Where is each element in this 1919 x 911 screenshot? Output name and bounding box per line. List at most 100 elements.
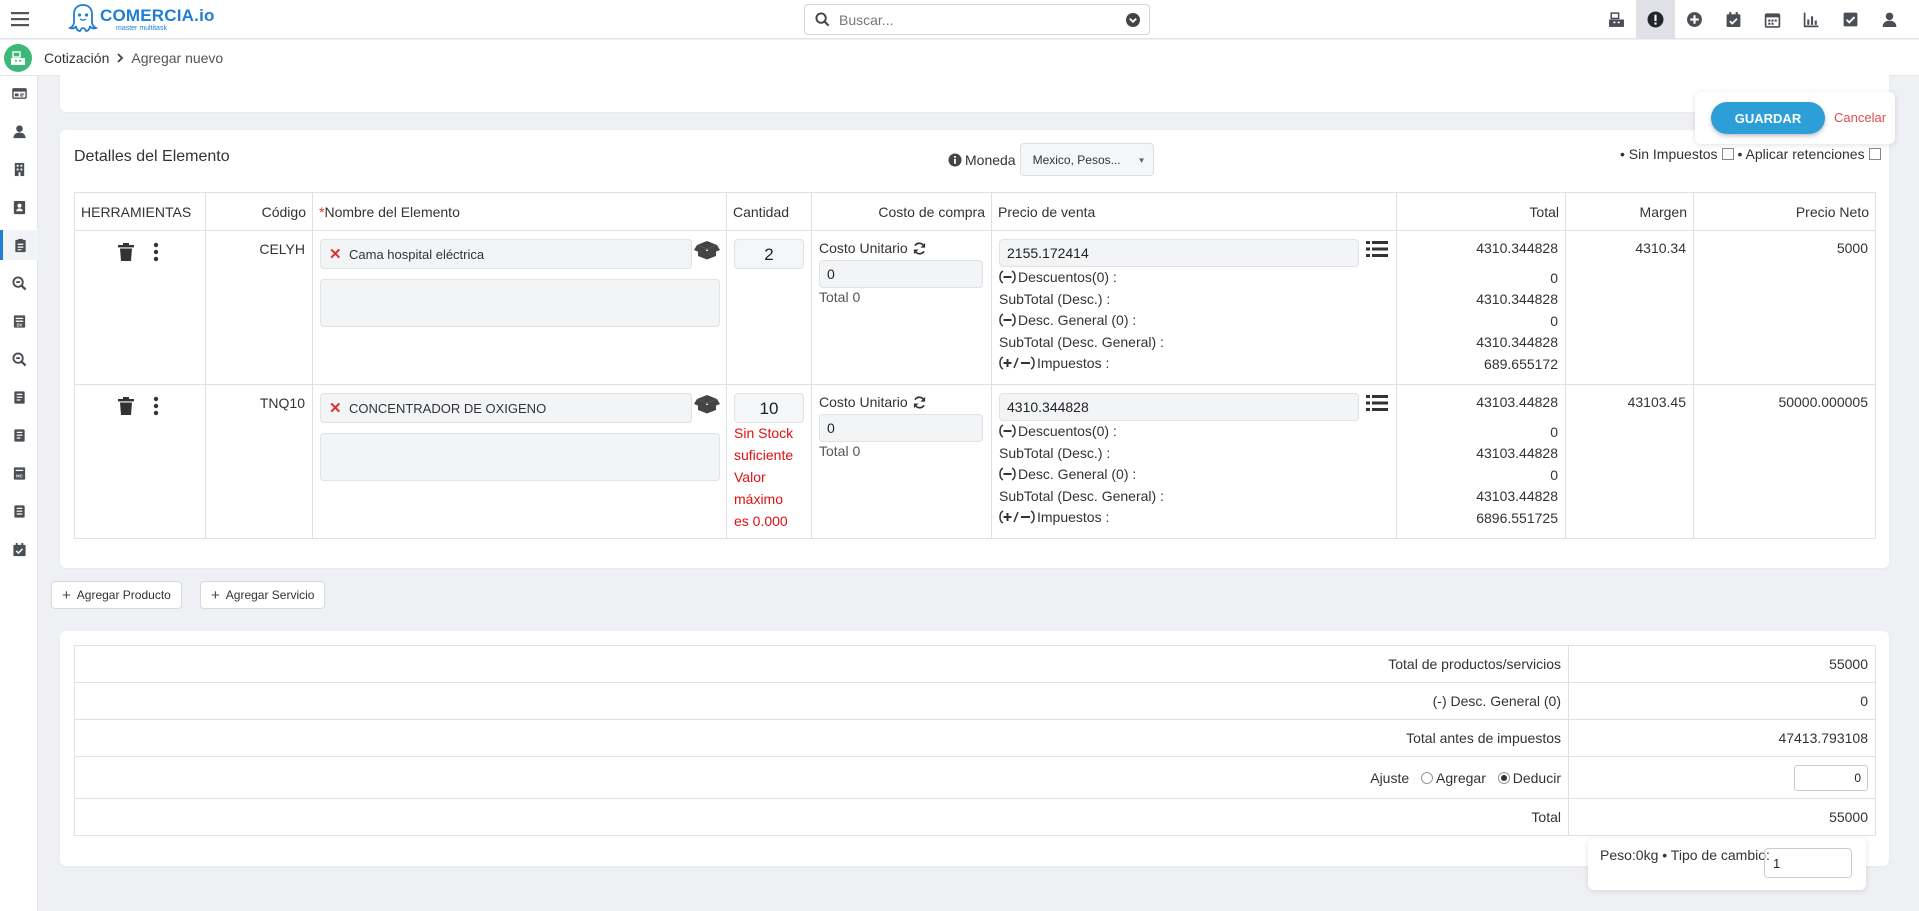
user-icon[interactable] bbox=[0, 116, 38, 146]
building-icon[interactable] bbox=[0, 154, 38, 184]
table-row: CELYH ✕ Cama hospital eléctrica 2 Costo … bbox=[74, 230, 1876, 385]
add-service-button[interactable]: + Agregar Servicio bbox=[200, 581, 326, 609]
unit-cost-label: Costo Unitario bbox=[819, 240, 908, 256]
minus-toggle-icon[interactable] bbox=[999, 270, 1016, 284]
minus-toggle-icon[interactable] bbox=[999, 313, 1016, 327]
subtotal-value: 4310.344828 bbox=[1476, 291, 1558, 308]
summary-row: Total de productos/servicios 55000 bbox=[74, 645, 1876, 683]
unit-cost-input[interactable]: 0 bbox=[819, 260, 983, 288]
check-square-icon[interactable] bbox=[1831, 0, 1870, 39]
tools-cell bbox=[74, 384, 206, 539]
warning-line: suficiente bbox=[734, 447, 794, 463]
qty-cell: 10 Sin Stock suficiente Valor máximo es … bbox=[726, 384, 812, 539]
warning-line: máximo bbox=[734, 491, 784, 507]
list-icon[interactable] bbox=[1366, 393, 1388, 413]
qty-cell: 2 bbox=[726, 230, 812, 385]
refresh-icon[interactable] bbox=[912, 241, 927, 256]
minus-toggle-icon[interactable] bbox=[999, 467, 1016, 481]
products-total-label: Total de productos/servicios bbox=[74, 645, 1569, 683]
refresh-icon[interactable] bbox=[912, 395, 927, 410]
chevron-down-icon[interactable] bbox=[1125, 12, 1141, 28]
search-doc-icon[interactable] bbox=[0, 268, 38, 298]
adjust-input[interactable]: 0 bbox=[1794, 764, 1868, 791]
plus-minus-toggle-icon[interactable] bbox=[999, 356, 1035, 370]
add-product-button[interactable]: + Agregar Producto bbox=[51, 581, 182, 609]
breadcrumb: Cotización Agregar nuevo bbox=[44, 50, 223, 66]
tax-label: Impuestos : bbox=[1037, 509, 1110, 525]
total-value: 4310.344828 bbox=[1476, 240, 1558, 256]
item-name: Cama hospital eléctrica bbox=[349, 247, 485, 262]
save-actions: GUARDAR Cancelar bbox=[1695, 92, 1895, 144]
col-header-price: Precio de venta bbox=[991, 192, 1397, 231]
alert-icon[interactable] bbox=[1636, 0, 1675, 39]
table-row: TNQ10 ✕ CONCENTRADOR DE OXIGENO 10 Sin S… bbox=[74, 384, 1876, 539]
sale-price-input[interactable]: 4310.344828 bbox=[999, 393, 1359, 421]
top-bar: COMERCIA.io master multitask Buscar... bbox=[0, 0, 1919, 39]
withholding-label: • Aplicar retenciones bbox=[1737, 146, 1865, 162]
search-input[interactable]: Buscar... bbox=[804, 4, 1150, 35]
cost-total: Total 0 bbox=[819, 443, 861, 459]
quantity-input[interactable]: 10 bbox=[734, 393, 804, 423]
item-code: CELYH bbox=[259, 241, 305, 257]
adjust-label: Ajuste bbox=[1370, 769, 1410, 786]
plus-circle-icon[interactable] bbox=[1675, 0, 1714, 39]
clipboard-icon[interactable] bbox=[0, 230, 38, 260]
item-name-field[interactable]: ✕ CONCENTRADOR DE OXIGENO bbox=[320, 393, 692, 423]
item-description-textarea[interactable] bbox=[320, 433, 720, 481]
calendar-check-icon[interactable] bbox=[1714, 0, 1753, 39]
general-subtotal-label: SubTotal (Desc. General) : bbox=[999, 333, 1164, 350]
grand-total-value: 55000 bbox=[1568, 798, 1876, 836]
quantity-input[interactable]: 2 bbox=[734, 239, 804, 269]
save-button[interactable]: GUARDAR bbox=[1711, 102, 1825, 134]
calendar-icon[interactable] bbox=[1753, 0, 1792, 39]
box-open-icon[interactable] bbox=[694, 238, 720, 260]
book-alt-icon[interactable] bbox=[0, 420, 38, 450]
withholding-checkbox[interactable] bbox=[1868, 148, 1881, 160]
cancel-link[interactable]: Cancelar bbox=[1834, 110, 1886, 125]
item-description-textarea[interactable] bbox=[320, 279, 720, 327]
more-vertical-icon[interactable] bbox=[153, 396, 159, 416]
trash-icon[interactable] bbox=[117, 396, 135, 416]
exchange-rate-input[interactable]: 1 bbox=[1764, 848, 1852, 878]
search-alt-icon[interactable] bbox=[0, 344, 38, 374]
minus-toggle-icon[interactable] bbox=[999, 424, 1016, 438]
id-card-icon[interactable] bbox=[0, 78, 38, 108]
trash-icon[interactable] bbox=[117, 242, 135, 262]
weight-exchange-label: Peso:0kg • Tipo de cambio: bbox=[1600, 847, 1770, 863]
app-logo[interactable]: COMERCIA.io master multitask bbox=[68, 2, 215, 36]
cost-cell: Costo Unitario 0 Total 0 bbox=[811, 384, 992, 539]
item-name-field[interactable]: ✕ Cama hospital eléctrica bbox=[320, 239, 692, 269]
user-icon[interactable] bbox=[1870, 0, 1909, 39]
remove-x-icon[interactable]: ✕ bbox=[329, 399, 342, 417]
info-icon[interactable] bbox=[948, 153, 962, 167]
currency-select[interactable]: Mexico, Pesos... ▼ bbox=[1019, 143, 1154, 176]
currency-label: Moneda bbox=[965, 151, 1016, 168]
badge-icon[interactable]: DV bbox=[0, 306, 38, 336]
plus-minus-toggle-icon[interactable] bbox=[999, 510, 1035, 524]
menu-icon[interactable] bbox=[10, 9, 30, 29]
search-icon bbox=[815, 12, 830, 27]
contact-icon[interactable] bbox=[0, 192, 38, 222]
book-icon[interactable] bbox=[0, 382, 38, 412]
cash-register-icon[interactable] bbox=[1597, 0, 1636, 39]
stock-warning: Sin Stock suficiente Valor máximo es 0.0… bbox=[734, 422, 793, 532]
box-open-icon[interactable] bbox=[694, 392, 720, 414]
adjust-deduct-radio[interactable] bbox=[1497, 771, 1510, 784]
sale-price-input[interactable]: 2155.172414 bbox=[999, 239, 1359, 267]
no-tax-checkbox[interactable] bbox=[1721, 148, 1734, 160]
more-vertical-icon[interactable] bbox=[153, 242, 159, 262]
breadcrumb-current: Agregar nuevo bbox=[131, 50, 224, 66]
calendar-check-icon[interactable] bbox=[0, 534, 38, 564]
unit-cost-input[interactable]: 0 bbox=[819, 414, 983, 442]
chart-icon[interactable] bbox=[1792, 0, 1831, 39]
general-discount-label: Desc. General (0) : bbox=[1018, 312, 1137, 328]
currency-value: Mexico, Pesos... bbox=[1032, 153, 1121, 167]
receipt-icon[interactable] bbox=[0, 496, 38, 526]
adjust-cell: 0 bbox=[1568, 756, 1876, 799]
breadcrumb-parent[interactable]: Cotización bbox=[44, 50, 109, 66]
adjust-add-radio[interactable] bbox=[1421, 771, 1434, 784]
col-header-total: Total bbox=[1396, 192, 1566, 231]
list-icon[interactable] bbox=[1366, 239, 1388, 259]
remove-x-icon[interactable]: ✕ bbox=[329, 245, 342, 263]
hc-icon[interactable]: HC bbox=[0, 458, 38, 488]
